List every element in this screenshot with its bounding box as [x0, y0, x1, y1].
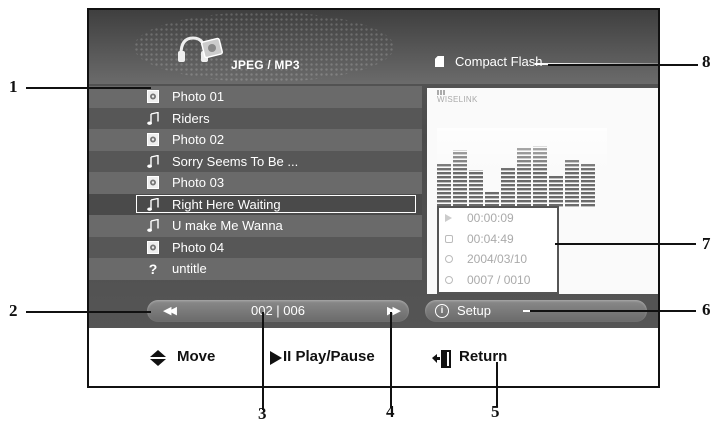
list-item[interactable]: Photo 03 — [89, 172, 422, 194]
pagination-bar: ◀◀ 002 | 006 ▶▶ — [147, 300, 409, 322]
total-duration: 00:04:49 — [467, 231, 514, 246]
return-label: Return — [459, 348, 508, 365]
photo-icon — [147, 240, 159, 254]
screen: JPEG / MP3 Compact Flash Photo 01 Riders… — [89, 10, 658, 328]
list-item-label: Photo 01 — [172, 89, 225, 104]
storage-label: Compact Flash — [455, 54, 543, 69]
file-date: 2004/03/10 — [467, 252, 528, 266]
photo-icon — [147, 90, 159, 103]
callout-number-4: 4 — [386, 402, 395, 421]
svg-text:?: ? — [149, 262, 158, 275]
page-indicator: 002 | 006 — [251, 303, 305, 318]
play-icon — [269, 349, 283, 371]
play-pause-label: II Play/Pause — [283, 348, 375, 365]
compact-flash-icon — [435, 56, 444, 67]
callout-leader-8 — [548, 64, 698, 66]
next-page-icon[interactable]: ▶▶ — [387, 304, 401, 317]
duration-icon — [445, 234, 453, 243]
callout-leader-6 — [530, 310, 696, 312]
info-panel: 00:00:09 00:04:49 2004/03/10 0007 / 0010 — [437, 206, 559, 294]
callout-number-5: 5 — [491, 402, 500, 421]
callout-number-3: 3 — [258, 404, 267, 423]
callout-leader-1 — [26, 87, 151, 89]
setup-label: Setup — [457, 303, 491, 318]
info-elapsed: 00:00:09 — [439, 208, 557, 229]
list-item[interactable]: Photo 02 — [89, 129, 422, 151]
music-note-icon — [147, 197, 159, 211]
list-item[interactable]: Photo 01 — [89, 86, 422, 108]
move-label: Move — [177, 348, 216, 365]
app-title: JPEG / MP3 — [231, 58, 300, 72]
list-item-label: untitle — [172, 261, 207, 276]
music-note-icon — [147, 111, 159, 125]
headphones-icon — [177, 32, 225, 68]
file-list: Photo 01 Riders Photo 02 Sorry Seems To … — [89, 86, 422, 280]
elapsed-time: 00:00:09 — [467, 211, 514, 225]
date-icon — [445, 255, 453, 263]
return-door-icon — [431, 349, 453, 373]
track-number: 0007 / 0010 — [467, 272, 531, 287]
callout-leader-4 — [390, 312, 392, 408]
header-bar: JPEG / MP3 Compact Flash — [89, 10, 658, 84]
list-item-label: Photo 04 — [172, 239, 225, 255]
callout-leader-3 — [262, 312, 264, 410]
list-item[interactable]: Riders — [89, 107, 422, 129]
music-note-icon — [147, 154, 159, 168]
list-item[interactable]: U make Me Wanna — [89, 215, 422, 237]
callout-number-1: 1 — [9, 77, 18, 96]
callout-leader-7 — [555, 243, 696, 245]
track-icon — [445, 275, 453, 284]
equalizer-graphic — [437, 128, 607, 208]
callout-number-2: 2 — [9, 301, 18, 320]
list-item-label: Sorry Seems To Be ... — [172, 153, 299, 169]
play-icon — [445, 214, 452, 222]
brand-label: WISELINK — [437, 95, 478, 104]
list-item-label: Right Here Waiting — [172, 196, 281, 212]
photo-icon — [147, 176, 159, 189]
callout-number-7: 7 — [702, 234, 711, 253]
callout-leader-5 — [496, 362, 498, 406]
list-item[interactable]: Photo 04 — [89, 236, 422, 258]
callout-number-6: 6 — [702, 300, 711, 319]
info-icon: i — [435, 304, 449, 318]
info-date: 2004/03/10 — [439, 249, 557, 270]
list-item-selected[interactable]: Right Here Waiting — [89, 193, 422, 215]
callout-leader-2 — [26, 311, 151, 313]
list-item-label: U make Me Wanna — [172, 218, 283, 233]
list-item-label: Photo 02 — [172, 132, 225, 147]
list-item[interactable]: Sorry Seems To Be ... — [89, 150, 422, 172]
info-track: 0007 / 0010 — [439, 270, 557, 291]
photo-icon — [147, 133, 159, 146]
info-duration: 00:04:49 — [439, 229, 557, 250]
list-item[interactable]: ? untitle — [89, 258, 422, 280]
footer-controls: Move II Play/Pause Return — [89, 328, 658, 386]
music-note-icon — [147, 219, 159, 232]
up-down-arrows-icon — [149, 349, 167, 371]
list-item-label: Riders — [172, 110, 210, 126]
callout-number-8: 8 — [702, 52, 711, 71]
list-item-label: Photo 03 — [172, 175, 225, 190]
question-mark-icon: ? — [147, 262, 159, 275]
